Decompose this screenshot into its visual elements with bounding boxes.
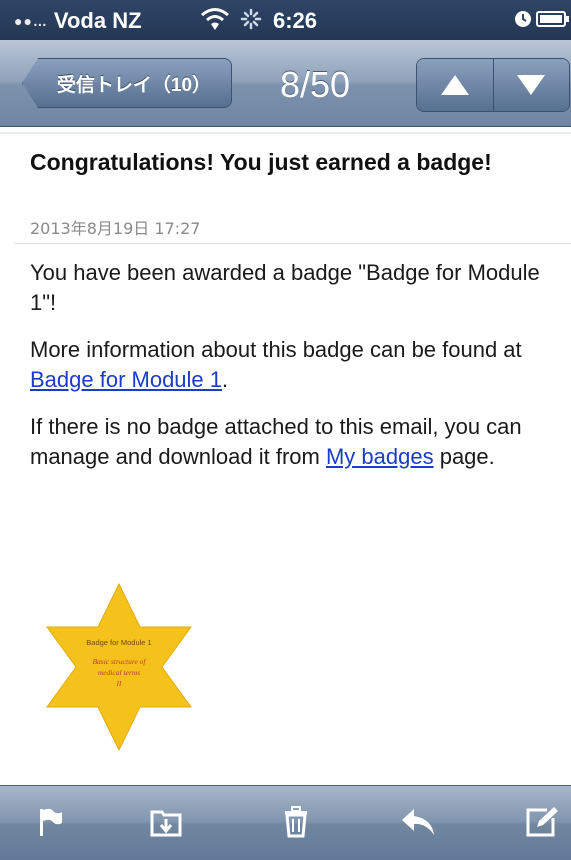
message-position-title: 8/50 — [279, 64, 351, 105]
delete-button[interactable] — [276, 802, 316, 842]
badge-link[interactable]: Badge for Module 1 — [30, 367, 222, 392]
compose-button[interactable] — [522, 802, 562, 842]
my-badges-link[interactable]: My badges — [326, 444, 434, 469]
paragraph-text: More information about this badge can be… — [30, 337, 522, 362]
paragraph-text: page. — [433, 444, 495, 469]
body-paragraph: More information about this badge can be… — [30, 335, 560, 395]
status-time: 6:26 — [273, 8, 318, 33]
previous-message-button[interactable] — [417, 59, 493, 111]
email-body: You have been awarded a badge "Badge for… — [30, 258, 560, 489]
badge-star-shape — [46, 582, 192, 752]
badge-title: Badge for Module 1 — [86, 638, 151, 647]
bottom-toolbar — [0, 785, 571, 860]
badge-image[interactable]: Badge for Module 1 Basic structure of me… — [44, 582, 194, 752]
badge-line2: medical terms — [98, 668, 140, 677]
divider — [14, 243, 571, 244]
status-bar: ●●… Voda NZ 6:26 — [0, 0, 571, 40]
trash-icon — [285, 806, 307, 838]
move-folder-icon — [150, 810, 182, 837]
email-subject: Congratulations! You just earned a badge… — [30, 149, 492, 175]
move-to-folder-button[interactable] — [146, 802, 186, 842]
flag-button[interactable] — [30, 802, 70, 842]
divider — [0, 132, 571, 134]
badge-line1: Basic structure of — [92, 657, 146, 666]
compose-icon — [526, 807, 558, 837]
next-message-button[interactable] — [492, 59, 569, 111]
badge-line3: II — [116, 680, 122, 688]
paragraph-text: . — [222, 367, 229, 392]
body-paragraph: If there is no badge attached to this em… — [30, 412, 560, 472]
reply-icon — [402, 809, 434, 835]
wifi-icon — [201, 8, 229, 30]
back-to-inbox-button[interactable]: 受信トレイ（10） — [22, 58, 232, 108]
flag-icon — [40, 808, 62, 836]
signal-dots: ●●… — [14, 13, 48, 29]
navigation-bar: 受信トレイ（10） 8/50 — [0, 40, 571, 127]
down-arrow-icon — [517, 75, 546, 95]
alarm-icon — [515, 11, 531, 27]
reply-button[interactable] — [398, 802, 438, 842]
battery-icon — [536, 11, 569, 27]
signal-strength: ●●… Voda NZ — [14, 8, 142, 34]
email-date: 2013年8月19日 17:27 — [30, 219, 201, 238]
body-paragraph: You have been awarded a badge "Badge for… — [30, 260, 540, 315]
up-arrow-icon — [440, 75, 469, 95]
prev-next-control — [416, 58, 570, 112]
activity-spinner-icon — [240, 8, 262, 30]
carrier-name: Voda NZ — [53, 8, 142, 33]
